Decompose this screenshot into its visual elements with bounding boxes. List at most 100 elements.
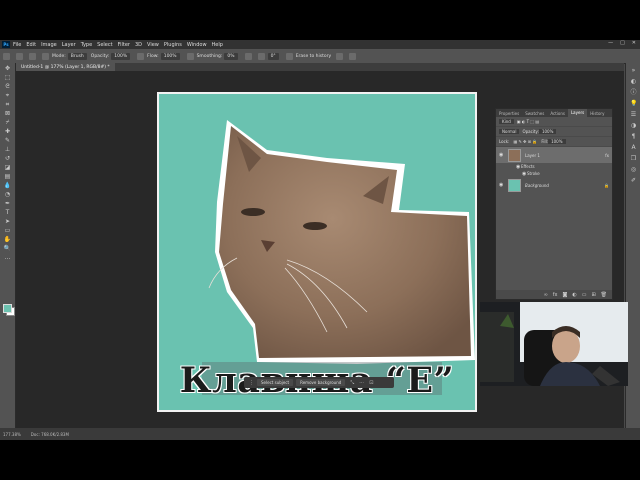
tab-history[interactable]: History	[587, 111, 607, 116]
menu-filter[interactable]: Filter	[118, 42, 130, 48]
path-select-tool-icon[interactable]: ➤	[3, 218, 12, 225]
more-options-icon[interactable]: ⋯	[359, 380, 364, 386]
zoom-tool-icon[interactable]: 🔍	[3, 245, 12, 252]
marquee-tool-icon[interactable]: ⬚	[3, 74, 12, 81]
symmetry-icon[interactable]	[349, 52, 357, 60]
new-group-icon[interactable]: ▭	[582, 292, 587, 298]
select-subject-button[interactable]: Select subject	[257, 379, 294, 386]
crop-tool-icon[interactable]: ⌗	[3, 101, 12, 108]
channels-panel-icon[interactable]: ◎	[630, 166, 637, 173]
menu-window[interactable]: Window	[187, 42, 207, 48]
type-tool-icon[interactable]: T	[3, 209, 12, 216]
menu-select[interactable]: Select	[97, 42, 112, 48]
stroke-effect-row[interactable]: ◉ Stroke	[496, 170, 612, 177]
layer-name[interactable]: Layer 1	[525, 153, 540, 158]
pressure-opacity-icon[interactable]	[137, 52, 145, 60]
mode-select[interactable]: Brush	[67, 52, 87, 60]
opacity-field[interactable]: 100%	[111, 52, 131, 60]
eye-icon[interactable]: ◉	[499, 152, 504, 158]
expand-panels-icon[interactable]: »	[630, 67, 637, 74]
tab-swatches[interactable]: Swatches	[522, 111, 547, 116]
minimize-button[interactable]: —	[608, 40, 613, 46]
gradient-tool-icon[interactable]: ▤	[3, 173, 12, 180]
layers-panel-icon[interactable]: ❐	[630, 155, 637, 162]
color-panel-icon[interactable]: ◐	[630, 78, 637, 85]
eyedropper-tool-icon[interactable]: ⌿	[3, 119, 12, 126]
menu-type[interactable]: Type	[81, 42, 92, 48]
erase-history-checkbox[interactable]	[285, 52, 293, 60]
flow-field[interactable]: 100%	[160, 52, 180, 60]
menu-3d[interactable]: 3D	[135, 42, 142, 48]
zoom-level[interactable]: 177.38%	[3, 432, 21, 437]
smoothing-field[interactable]: 0%	[224, 52, 238, 60]
libraries-panel-icon[interactable]: ☰	[630, 111, 637, 118]
tab-layers[interactable]: Layers	[567, 109, 588, 117]
eye-icon[interactable]: ◉	[499, 182, 504, 188]
brush-settings-icon[interactable]	[42, 52, 49, 60]
frame-tool-icon[interactable]: ⊠	[3, 110, 12, 117]
menu-edit[interactable]: Edit	[26, 42, 36, 48]
learn-panel-icon[interactable]: 💡	[630, 100, 637, 107]
adjustments-panel-icon[interactable]: ◑	[630, 122, 637, 129]
pressure-size-icon[interactable]	[336, 52, 344, 60]
angle-field[interactable]: 0°	[267, 52, 279, 60]
drag-handle-icon[interactable]: ⋮	[249, 380, 254, 386]
trash-icon[interactable]: 🗑	[601, 292, 607, 298]
pen-tool-icon[interactable]: ✒	[3, 200, 12, 207]
lock-icons[interactable]: ▦ ✎ ✥ ⊞ 🔒	[513, 139, 537, 144]
info-panel-icon[interactable]: ⓘ	[630, 89, 637, 96]
home-icon[interactable]	[3, 52, 10, 60]
effects-row[interactable]: ◉ Effects	[496, 163, 612, 170]
paragraph-panel-icon[interactable]: ¶	[630, 133, 637, 140]
kind-filter-select[interactable]: Kind	[499, 119, 514, 124]
move-tool-icon[interactable]: ✥	[3, 65, 12, 72]
foreground-color-swatch[interactable]	[3, 304, 12, 313]
menu-image[interactable]: Image	[41, 42, 57, 48]
tab-properties[interactable]: Properties	[496, 111, 522, 116]
lasso-tool-icon[interactable]: ᘓ	[3, 83, 12, 90]
blur-tool-icon[interactable]: 💧	[3, 182, 12, 189]
fx-badge[interactable]: fx	[605, 153, 609, 158]
history-brush-tool-icon[interactable]: ↺	[3, 155, 12, 162]
close-button[interactable]: ✕	[632, 40, 636, 46]
maximize-button[interactable]: □	[620, 40, 625, 46]
character-panel-icon[interactable]: A	[630, 144, 637, 151]
layer-row-background[interactable]: ◉ Background 🔒	[496, 177, 612, 193]
shape-tool-icon[interactable]: ▭	[3, 227, 12, 234]
blend-mode-select[interactable]: Normal	[499, 129, 520, 134]
brush-tool-icon[interactable]: ✎	[3, 137, 12, 144]
collapse-bar-icon[interactable]: ⊡	[369, 380, 373, 386]
link-layers-icon[interactable]: ∞	[544, 292, 548, 298]
layer-opacity-field[interactable]: 100%	[538, 129, 557, 134]
menu-plugins[interactable]: Plugins	[164, 42, 182, 48]
layer-name[interactable]: Background	[525, 183, 549, 188]
document-canvas[interactable]: Клавиша “Е”	[157, 92, 477, 412]
new-layer-icon[interactable]: ⊞	[591, 292, 595, 298]
remove-background-button[interactable]: Remove background	[296, 379, 346, 386]
smoothing-gear-icon[interactable]	[244, 52, 252, 60]
tab-actions[interactable]: Actions	[547, 111, 568, 116]
add-style-icon[interactable]: fx	[553, 292, 558, 298]
menu-file[interactable]: File	[13, 42, 21, 48]
eraser-tool-icon[interactable]: ◪	[3, 164, 12, 171]
fill-field[interactable]: 100%	[548, 139, 566, 144]
dodge-tool-icon[interactable]: ◔	[3, 191, 12, 198]
stamp-tool-icon[interactable]: ⊥	[3, 146, 12, 153]
menu-layer[interactable]: Layer	[62, 42, 76, 48]
airbrush-icon[interactable]	[186, 52, 194, 60]
hand-tool-icon[interactable]: ✋	[3, 236, 12, 243]
healing-tool-icon[interactable]: ✚	[3, 128, 12, 135]
object-select-tool-icon[interactable]: ⌖	[3, 92, 12, 99]
paths-panel-icon[interactable]: ✐	[630, 177, 637, 184]
add-mask-icon[interactable]: ◙	[562, 292, 567, 298]
transform-icon[interactable]: ⤡	[350, 380, 354, 386]
eraser-tool-icon[interactable]	[16, 52, 23, 60]
layer-row-layer-1[interactable]: ◉ Layer 1 fx	[496, 147, 612, 163]
adjustment-layer-icon[interactable]: ◐	[572, 292, 576, 298]
filter-icons[interactable]: ▣ ◐ T ⬚ ▤	[517, 119, 539, 124]
menu-help[interactable]: Help	[212, 42, 223, 48]
brush-preset-picker[interactable]	[29, 52, 36, 60]
more-tools-icon[interactable]: …	[3, 254, 12, 261]
document-tab[interactable]: Untitled-1 @ 177% (Layer 1, RGB/8#) *	[16, 63, 115, 71]
menu-view[interactable]: View	[147, 42, 159, 48]
